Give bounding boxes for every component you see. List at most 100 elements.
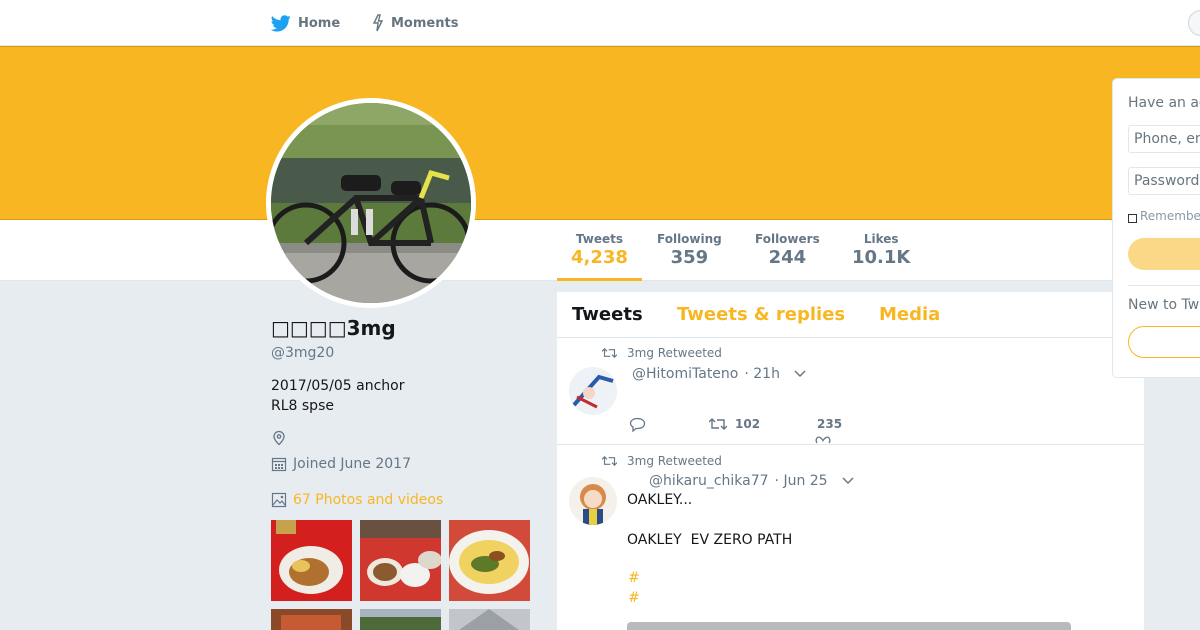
tweet-author-avatar[interactable] bbox=[569, 367, 617, 415]
bicycle-photo bbox=[271, 103, 471, 303]
anime-avatar bbox=[569, 367, 617, 415]
media-thumbnail[interactable] bbox=[271, 520, 352, 601]
stat-tweets[interactable]: Tweets 4,238 bbox=[571, 232, 628, 268]
tweet-text-line: OAKLEY... bbox=[627, 492, 693, 508]
photos-and-videos-label: 67 Photos and videos bbox=[293, 492, 444, 508]
tab-tweets-and-replies[interactable]: Tweets & replies bbox=[677, 304, 845, 325]
stat-followers-label: Followers bbox=[755, 232, 820, 246]
signup-button[interactable] bbox=[1128, 326, 1200, 358]
lightning-icon bbox=[372, 14, 384, 32]
profile-stats-bar: Tweets 4,238 Following 359 Followers 244… bbox=[0, 220, 1200, 281]
tweet-header: @hikaru_chika77 · Jun 25 bbox=[649, 473, 854, 489]
remember-me[interactable]: Remember me bbox=[1128, 209, 1200, 223]
tweet-header: @HitomiTateno · 21h bbox=[632, 366, 806, 382]
retweet-context: 3mg Retweeted bbox=[602, 454, 722, 468]
tab-tweets[interactable]: Tweets bbox=[572, 304, 643, 325]
tweet-text: OAKLEY... bbox=[627, 490, 692, 510]
profile-joined-text: Joined June 2017 bbox=[293, 456, 411, 472]
profile-location bbox=[271, 430, 293, 446]
like-count: 235 bbox=[817, 417, 843, 431]
remember-me-label: Remember me bbox=[1140, 209, 1200, 223]
profile-joined: Joined June 2017 bbox=[271, 456, 411, 472]
chevron-down-icon[interactable] bbox=[842, 477, 854, 485]
nav-moments-label: Moments bbox=[391, 15, 459, 31]
stat-likes-value: 10.1K bbox=[852, 247, 911, 268]
photo bbox=[449, 609, 530, 630]
profile-bio-line: RL8 spse bbox=[271, 398, 334, 414]
password-field[interactable] bbox=[1128, 167, 1200, 195]
tweet-timestamp[interactable]: · 21h bbox=[744, 366, 780, 382]
reply-action[interactable] bbox=[629, 417, 654, 432]
tweet-item[interactable]: 3mg Retweeted @HitomiTateno · 21h 102 23… bbox=[557, 338, 1144, 445]
tweet-text: OAKLEY EV ZERO PATH bbox=[627, 530, 792, 550]
profile-avatar[interactable] bbox=[266, 98, 476, 308]
food-photo bbox=[449, 520, 530, 601]
photo bbox=[271, 609, 352, 630]
food-photo bbox=[360, 520, 441, 601]
login-divider bbox=[1128, 285, 1200, 286]
hashtag-link[interactable]: # bbox=[628, 590, 640, 606]
image-icon bbox=[271, 492, 287, 508]
login-title: Have an account? bbox=[1128, 95, 1200, 111]
tweet-timestamp[interactable]: · Jun 25 bbox=[775, 473, 828, 489]
media-thumbnail[interactable] bbox=[449, 520, 530, 601]
stat-following-value: 359 bbox=[670, 247, 709, 268]
active-stat-indicator bbox=[557, 278, 642, 281]
nav-home-label: Home bbox=[298, 15, 341, 31]
tweet-media-preview[interactable] bbox=[627, 622, 1071, 630]
stat-tweets-label: Tweets bbox=[575, 232, 624, 246]
retweet-context: 3mg Retweeted bbox=[602, 346, 722, 360]
media-thumbnail[interactable] bbox=[360, 609, 441, 630]
remember-me-checkbox[interactable] bbox=[1128, 213, 1137, 223]
photo bbox=[360, 609, 441, 630]
retweet-icon bbox=[709, 418, 727, 430]
stat-followers[interactable]: Followers 244 bbox=[755, 232, 820, 268]
twitter-bird-icon bbox=[271, 14, 291, 31]
profile-bio: 2017/05/05 anchor RL8 spse bbox=[271, 376, 405, 416]
stat-likes[interactable]: Likes 10.1K bbox=[852, 232, 910, 268]
food-photo bbox=[271, 520, 352, 601]
hashtag-link[interactable]: # bbox=[628, 570, 640, 586]
retweet-icon bbox=[602, 456, 617, 466]
retweet-context-label: 3mg Retweeted bbox=[627, 454, 722, 468]
stat-likes-label: Likes bbox=[863, 232, 899, 246]
retweet-icon bbox=[602, 348, 617, 358]
stat-following-label: Following bbox=[657, 232, 722, 246]
tweet-author-handle[interactable]: @HitomiTateno bbox=[632, 366, 738, 382]
media-thumbnail[interactable] bbox=[271, 609, 352, 630]
nav-moments-link[interactable]: Moments bbox=[372, 0, 458, 46]
profile-bio-line: 2017/05/05 anchor bbox=[271, 378, 405, 394]
nav-home-link[interactable]: Home bbox=[271, 0, 340, 46]
retweet-action[interactable]: 102 bbox=[709, 417, 760, 431]
retweet-context-label: 3mg Retweeted bbox=[627, 346, 722, 360]
retweet-count: 102 bbox=[735, 417, 761, 431]
location-pin-icon bbox=[273, 430, 285, 446]
stat-followers-value: 244 bbox=[768, 247, 807, 268]
tweet-author-handle[interactable]: @hikaru_chika77 bbox=[649, 473, 769, 489]
tweet-item[interactable]: 3mg Retweeted @hikaru_chika77 · Jun 25 O… bbox=[557, 445, 1144, 630]
stat-tweets-value: 4,238 bbox=[571, 247, 628, 268]
tweet-author-avatar[interactable] bbox=[569, 477, 617, 525]
photos-and-videos-link[interactable]: 67 Photos and videos bbox=[271, 492, 443, 508]
top-navigation-bar: Home Moments bbox=[0, 0, 1200, 46]
timeline: Tweets Tweets & replies Media 3mg Retwee… bbox=[557, 292, 1144, 630]
calendar-icon bbox=[271, 457, 287, 472]
profile-handle[interactable]: @3mg20 bbox=[271, 345, 334, 361]
reply-icon bbox=[629, 417, 646, 432]
chevron-down-icon[interactable] bbox=[794, 370, 806, 378]
login-panel: Have an account? Remember me New to Twit… bbox=[1112, 78, 1200, 378]
like-action[interactable]: 235 bbox=[817, 417, 842, 431]
login-button[interactable] bbox=[1128, 238, 1200, 270]
profile-header-banner bbox=[0, 46, 1200, 220]
signup-prompt: New to Twitter? bbox=[1128, 297, 1200, 313]
media-thumbnail[interactable] bbox=[360, 520, 441, 601]
username-field[interactable] bbox=[1128, 125, 1200, 153]
heart-icon[interactable] bbox=[815, 436, 831, 444]
timeline-tabs: Tweets Tweets & replies Media bbox=[557, 292, 1144, 338]
stat-following[interactable]: Following 359 bbox=[657, 232, 722, 268]
tweet-text-line: OAKLEY EV ZERO PATH bbox=[627, 532, 793, 548]
profile-display-name: □□□□3mg bbox=[271, 316, 396, 340]
media-thumbnail[interactable] bbox=[449, 609, 530, 630]
tab-media[interactable]: Media bbox=[879, 304, 940, 325]
account-menu-avatar[interactable] bbox=[1188, 10, 1200, 36]
